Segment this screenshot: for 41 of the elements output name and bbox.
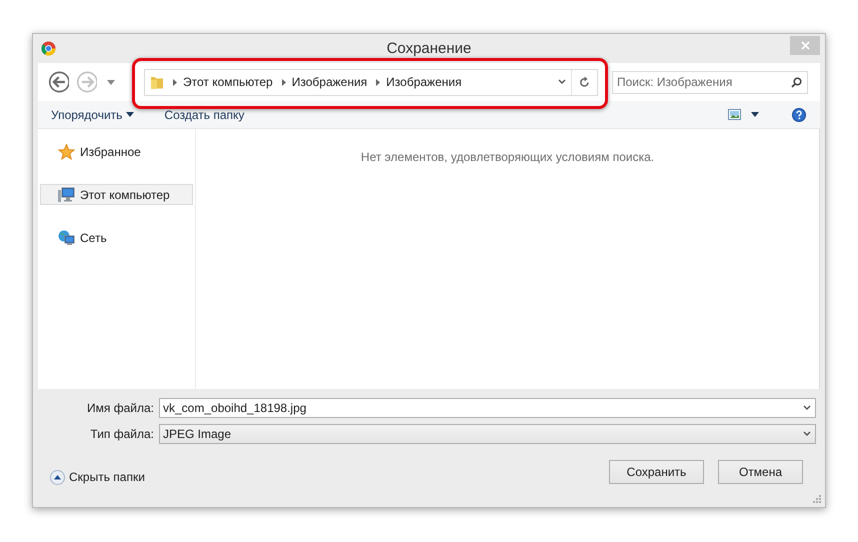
close-icon (800, 41, 810, 50)
breadcrumb-item[interactable]: Этот компьютер (183, 73, 273, 91)
file-type-dropdown[interactable]: JPEG Image (159, 424, 816, 444)
browser-logo-icon (41, 41, 56, 56)
breadcrumb-arrow-icon[interactable] (376, 78, 380, 86)
refresh-icon[interactable] (579, 76, 590, 88)
organize-menu[interactable]: Упорядочить (51, 106, 134, 124)
address-bar[interactable]: Этот компьютер Изображения Изображения (144, 68, 598, 96)
view-caret-icon[interactable] (751, 112, 759, 117)
back-button[interactable] (47, 71, 69, 93)
breadcrumb-arrow-icon[interactable] (282, 78, 286, 86)
new-folder-button[interactable]: Создать папку (164, 106, 244, 124)
computer-icon (58, 186, 75, 202)
dropdown-chevron-icon[interactable] (803, 431, 811, 437)
sidebar-item[interactable]: Этот компьютер (40, 184, 193, 205)
field-label: Тип файла: (89, 426, 155, 443)
search-icon[interactable] (791, 76, 802, 88)
search-field[interactable]: Поиск: Изображения (612, 70, 808, 94)
folder-icon (150, 74, 164, 90)
caret-icon (126, 112, 134, 117)
dropdown-chevron-icon[interactable] (803, 405, 811, 411)
dialog-button[interactable]: Сохранить (609, 460, 704, 484)
hide-folders-button[interactable]: Скрыть папки (50, 468, 145, 486)
field-label: Имя файла: (86, 400, 155, 417)
resize-grip-icon[interactable] (813, 495, 821, 503)
dialog-button[interactable]: Отмена (718, 460, 803, 484)
help-icon[interactable] (792, 108, 806, 122)
window-title: Сохранение (386, 39, 472, 60)
empty-folder-message: Нет элементов, удовлетворяющих условиям поиска. (360, 149, 654, 162)
breadcrumb-arrow-icon[interactable] (173, 78, 177, 86)
recent-locations-caret-icon[interactable] (107, 80, 115, 84)
sidebar-item[interactable]: Сеть (40, 227, 193, 248)
file-name-field[interactable]: vk_com_oboihd_18198.jpg (159, 398, 816, 418)
network-icon (58, 230, 75, 246)
breadcrumb-item[interactable]: Изображения (292, 73, 368, 91)
star-icon (58, 144, 75, 160)
view-icon[interactable] (728, 109, 741, 120)
breadcrumb-item[interactable]: Изображения (386, 73, 462, 91)
sidebar-item[interactable]: Избранное (40, 141, 193, 162)
dropdown-chevron-icon[interactable] (558, 79, 566, 85)
collapse-up-icon (50, 470, 65, 484)
